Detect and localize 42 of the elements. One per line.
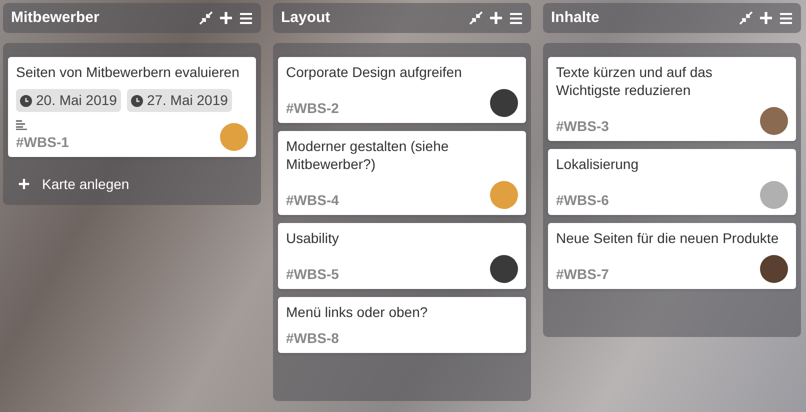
add-icon: [489, 11, 503, 25]
plus-icon: [18, 178, 30, 190]
clock-icon: [20, 94, 32, 106]
menu-icon[interactable]: [779, 12, 793, 24]
card-id: #WBS-1: [16, 133, 69, 151]
task-card[interactable]: Neue Seiten für die neuen Produkte #WBS-7: [548, 223, 796, 289]
card-id: #WBS-5: [286, 265, 339, 283]
task-card[interactable]: Lokalisierung #WBS-6: [548, 149, 796, 215]
compress-icon[interactable]: [469, 11, 483, 25]
add-icon: [219, 11, 233, 25]
list-title: Layout: [281, 8, 330, 28]
add-icon: [759, 11, 773, 25]
task-card[interactable]: Texte kürzen und auf das Wichtigste reduzieren #WBS-3: [548, 57, 796, 141]
list-title: Inhalte: [551, 8, 600, 28]
add-card-button[interactable]: Karte anlegen: [8, 165, 140, 203]
task-card[interactable]: Corporate Design aufgreifen #WBS-2: [278, 57, 526, 123]
compress-icon[interactable]: [199, 11, 213, 25]
card-title: Lokalisierung: [556, 155, 640, 173]
task-card[interactable]: Menü links oder oben? #WBS-8: [278, 297, 526, 353]
card-id: #WBS-7: [556, 265, 609, 283]
card-title: Corporate Design aufgreifen: [286, 63, 463, 81]
card-title: Menü links oder oben?: [286, 303, 429, 321]
card-title: Seiten von Mitbewerbern evaluieren: [16, 63, 240, 81]
task-card[interactable]: Usability #WBS-5: [278, 223, 526, 289]
card-title: Usability: [286, 229, 340, 247]
card-id: #WBS-4: [286, 191, 339, 209]
menu-icon[interactable]: [509, 12, 523, 24]
list-title: Mitbewerber: [11, 8, 100, 28]
card-id: #WBS-8: [286, 329, 339, 347]
compress-icon[interactable]: [739, 11, 753, 25]
clock-icon: [130, 94, 143, 106]
card-title: Moderner gestalten (siehe Mitbewerber?): [286, 137, 450, 173]
card-id: #WBS-6: [556, 191, 609, 209]
task-card[interactable]: Moderner gestalten (siehe Mitbewerber?) #WBS-4: [278, 131, 526, 215]
card-title: Neue Seiten für die neuen Produkte: [556, 229, 780, 247]
menu-icon[interactable]: [239, 12, 253, 24]
date-badge: 27. Mai 2019: [126, 89, 232, 112]
task-card[interactable]: Seiten von Mitbewerbern evaluieren 20. Mai 2019 27. Mai 2019 #WBS-1: [8, 57, 256, 157]
card-id: #WBS-2: [286, 99, 339, 117]
card-id: #WBS-3: [556, 117, 609, 135]
date-badge: 20. Mai 2019: [16, 89, 121, 112]
card-title: Texte kürzen und auf das Wichtigste reduzieren: [556, 63, 714, 99]
